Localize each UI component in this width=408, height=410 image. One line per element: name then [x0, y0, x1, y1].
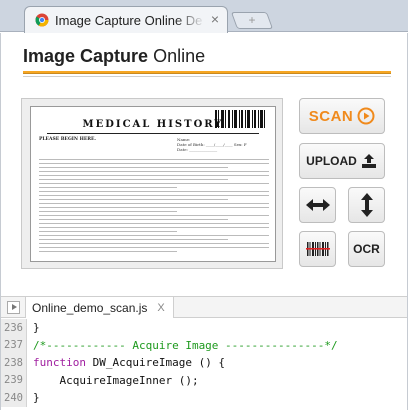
code-tab-bar: Online_demo_scan.js X	[1, 296, 407, 318]
line-number: 236	[1, 319, 27, 337]
code-text: AcquireImageInner ();	[33, 373, 199, 387]
file-tab-close-button[interactable]: X	[157, 302, 164, 314]
play-circle-icon	[357, 107, 375, 125]
image-viewer[interactable]: MEDICAL HISTORY PLEASE BEGIN HERE. Name:…	[21, 98, 283, 269]
left-right-arrow-icon	[305, 199, 330, 211]
scan-button[interactable]: SCAN	[299, 98, 385, 134]
document-text-line	[39, 159, 269, 160]
code-text: }	[33, 321, 40, 335]
code-text: }	[33, 391, 40, 405]
tab-close-button[interactable]: ×	[211, 11, 219, 27]
line-number: 237	[1, 336, 27, 354]
tab-title-fade	[175, 9, 205, 31]
browser-tab-bar: Image Capture Online Demo × +	[0, 0, 408, 33]
page-title-rest: Online	[153, 46, 206, 66]
document-field-date: Date: ______________	[177, 147, 218, 152]
code-line: 240 }	[1, 389, 407, 407]
document-rule	[47, 133, 259, 134]
browser-tab[interactable]: Image Capture Online Demo ×	[24, 6, 228, 33]
document-text-line	[39, 199, 228, 200]
upload-button[interactable]: UPLOAD	[299, 143, 385, 179]
title-divider	[23, 76, 391, 77]
document-text-line	[39, 187, 177, 188]
code-line: 236 }	[1, 319, 407, 337]
document-text-line	[39, 195, 269, 196]
document-text-line	[39, 207, 269, 208]
document-text-line	[39, 235, 269, 236]
code-keyword: function	[33, 356, 86, 370]
barcode-button[interactable]	[299, 231, 336, 267]
code-line: 239 AcquireImageInner ();	[1, 371, 407, 389]
ocr-button-label: OCR	[353, 242, 380, 256]
document-text-line	[39, 183, 269, 184]
plus-icon: +	[248, 13, 256, 27]
document-text-line	[39, 231, 177, 232]
run-icon[interactable]	[7, 301, 20, 314]
document-text-line	[39, 239, 228, 240]
title-underline	[23, 71, 391, 74]
document-text-line	[39, 219, 228, 220]
page-content: Image Capture Online MEDICAL HISTORY PLE…	[0, 33, 408, 410]
document-heading: MEDICAL HISTORY	[82, 119, 224, 130]
line-number: 239	[1, 371, 27, 389]
document-text-line	[39, 163, 269, 164]
document-body-text	[39, 159, 269, 255]
document-text-line	[39, 171, 269, 172]
line-number: 240	[1, 389, 27, 407]
ocr-button[interactable]: OCR	[348, 231, 385, 267]
code-editor[interactable]: 236 } 237 /*------------ Acquire Image -…	[1, 319, 407, 410]
upload-button-label: UPLOAD	[306, 154, 357, 168]
up-down-arrow-icon	[360, 193, 373, 217]
code-line: 238 function DW_AcquireImage () {	[1, 354, 407, 372]
page-title-bold: Image Capture	[23, 46, 149, 66]
file-tab-label: Online_demo_scan.js	[32, 300, 148, 315]
code-comment: /*------------ Acquire Image -----------…	[33, 338, 338, 352]
document-begin-label: PLEASE BEGIN HERE.	[39, 137, 96, 142]
document-text-line	[39, 203, 269, 204]
upload-icon	[361, 154, 376, 168]
document-text-line	[39, 247, 269, 248]
barcode-icon	[305, 242, 330, 256]
document-text-line	[39, 215, 269, 216]
document-text-line	[39, 167, 228, 168]
code-function-signature: DW_AcquireImage () {	[85, 356, 226, 370]
document-text-line	[39, 243, 269, 244]
document-fields: Name: Date of Birth: ____/____/____ Sex:…	[177, 137, 247, 152]
new-tab-button[interactable]: +	[230, 12, 274, 29]
scan-button-label: SCAN	[308, 107, 354, 125]
code-line: 237 /*------------ Acquire Image -------…	[1, 336, 407, 354]
chrome-icon	[35, 13, 49, 27]
page-title: Image Capture Online	[23, 46, 205, 67]
document-text-line	[39, 227, 269, 228]
file-tab[interactable]: Online_demo_scan.js X	[25, 297, 174, 318]
flip-vertical-button[interactable]	[348, 187, 385, 223]
document-text-line	[39, 179, 228, 180]
document-text-line	[39, 251, 177, 252]
line-number: 238	[1, 354, 27, 372]
scanned-document: MEDICAL HISTORY PLEASE BEGIN HERE. Name:…	[30, 106, 276, 262]
document-text-line	[39, 211, 177, 212]
flip-horizontal-button[interactable]	[299, 187, 336, 223]
document-text-line	[39, 175, 269, 176]
document-text-line	[39, 223, 269, 224]
code-text: function DW_AcquireImage () {	[27, 356, 225, 369]
document-text-line	[39, 191, 269, 192]
